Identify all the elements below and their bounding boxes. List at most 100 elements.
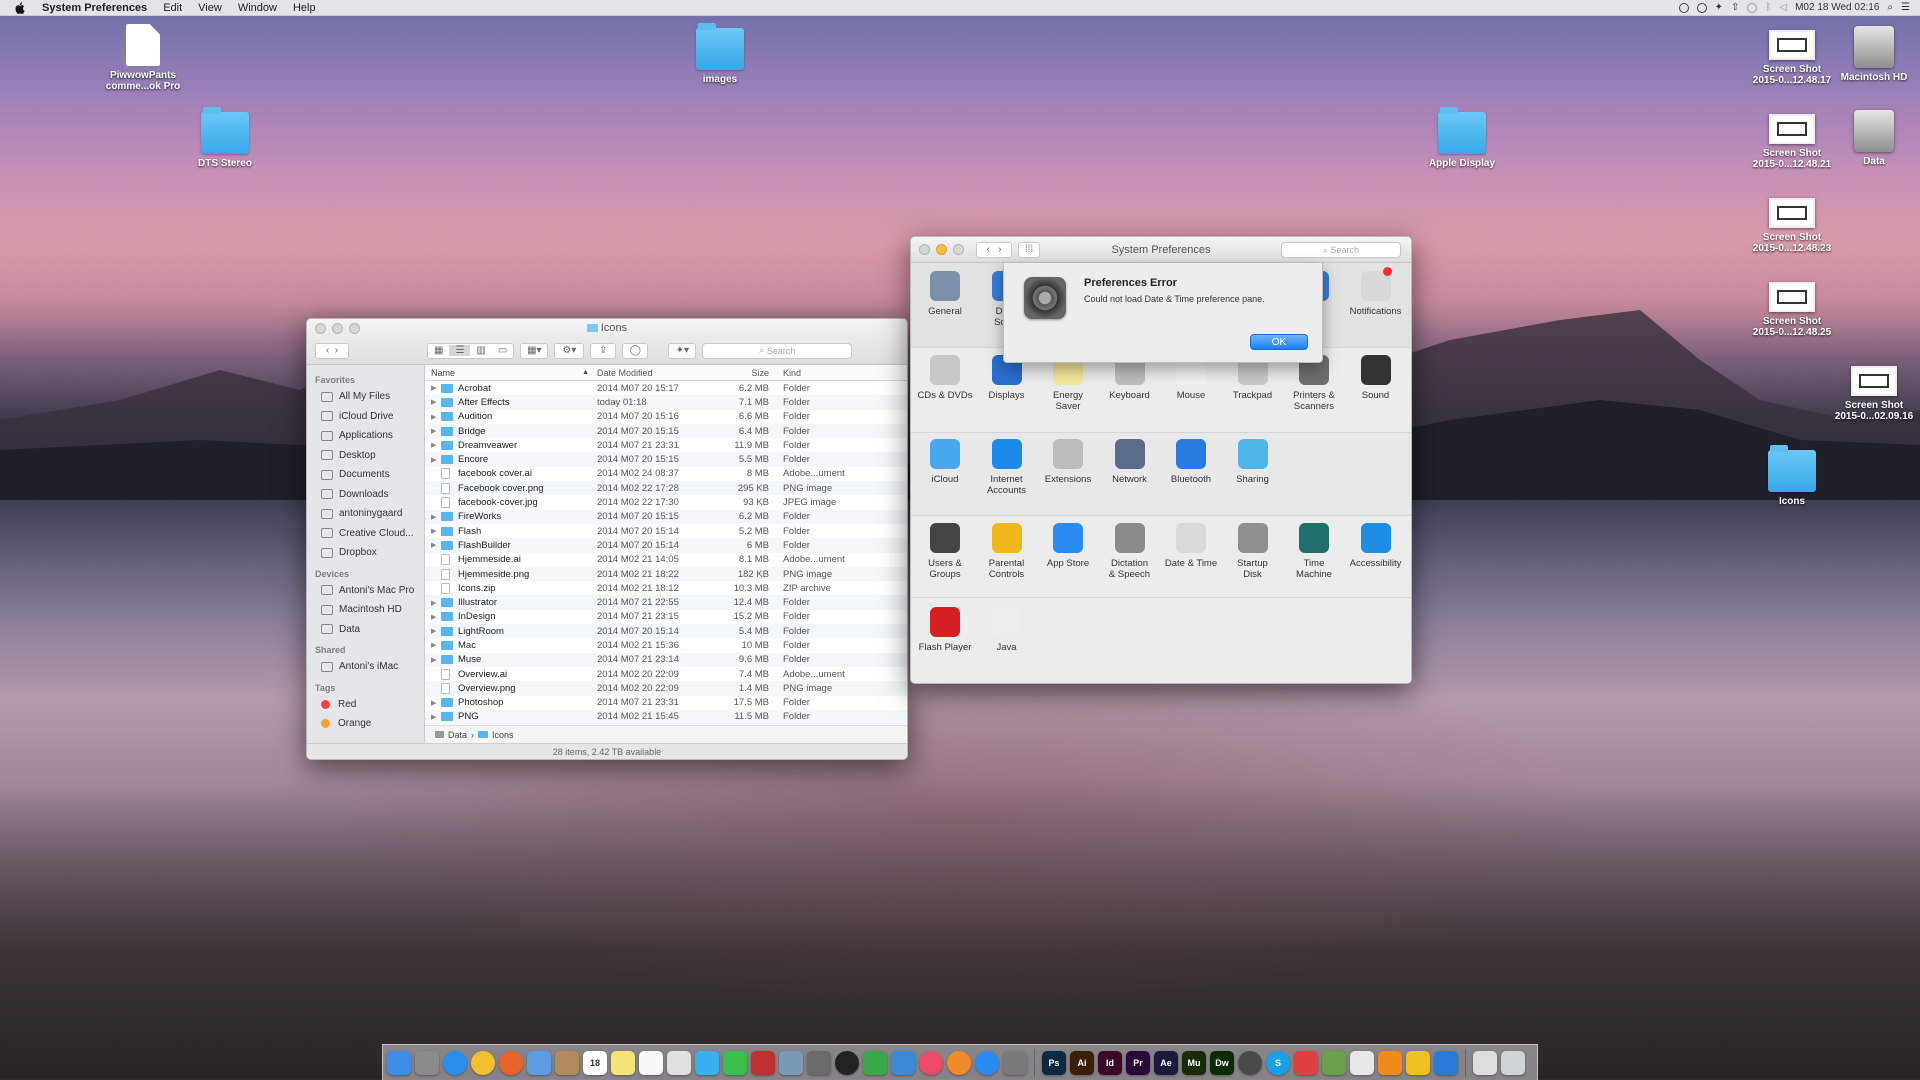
dock-xcode-icon[interactable] bbox=[1434, 1050, 1458, 1075]
disclosure-triangle-icon[interactable]: ▶ bbox=[431, 527, 441, 535]
table-row[interactable]: ▶ InDesign 2014 M07 21 23:15 15.2 MB Folder bbox=[425, 610, 907, 624]
apple-menu-icon[interactable] bbox=[12, 0, 28, 16]
dock-finder-icon[interactable] bbox=[387, 1050, 411, 1075]
sidebar-item-documents[interactable]: Documents bbox=[307, 465, 424, 485]
table-row[interactable]: ▶ FlashBuilder 2014 M07 20 15:14 6 MB Folder bbox=[425, 538, 907, 553]
finder-search-input[interactable]: ⌕ Search bbox=[702, 342, 853, 359]
dock-premiere-icon[interactable]: Pr bbox=[1126, 1050, 1150, 1075]
sidebar-tag-orange[interactable]: Orange bbox=[307, 714, 424, 734]
pane-bluetooth[interactable]: Bluetooth bbox=[1161, 439, 1221, 485]
dock-photoshop-icon[interactable]: Ps bbox=[1042, 1050, 1066, 1075]
dock-preview-icon[interactable] bbox=[779, 1050, 803, 1075]
table-row[interactable]: Hjemmeside.png 2014 M02 21 18:22 182 KB PNG… bbox=[425, 566, 907, 582]
desktop-icon-macintosh-hd[interactable]: Macintosh HD bbox=[1826, 26, 1920, 83]
sidebar-item-creative-cloud[interactable]: Creative Cloud... bbox=[307, 524, 424, 544]
dock-keynote-icon[interactable] bbox=[891, 1050, 915, 1075]
time-machine-icon[interactable] bbox=[1747, 2, 1758, 13]
pane-icloud[interactable]: iCloud bbox=[915, 439, 975, 485]
table-row[interactable]: ▶ Mac 2014 M02 21 15:36 10 MB Folder bbox=[425, 638, 907, 652]
sidebar-item-desktop[interactable]: Desktop bbox=[307, 446, 424, 466]
table-row[interactable]: facebook-cover.jpg 2014 M02 22 17:30 93 KB… bbox=[425, 495, 907, 509]
column-header-name[interactable]: Name ▲ bbox=[425, 368, 597, 378]
dock-mail-icon[interactable] bbox=[527, 1050, 551, 1075]
table-row[interactable]: ▶ Photoshop 2014 M07 21 23:31 17.5 MB Folder bbox=[425, 696, 907, 710]
pane-extensions[interactable]: Extensions bbox=[1038, 439, 1098, 485]
close-button[interactable] bbox=[919, 244, 930, 255]
pane-cds-dvds[interactable]: CDs & DVDs bbox=[915, 355, 975, 401]
sidebar-item-applications[interactable]: Applications bbox=[307, 426, 424, 446]
edit-menu[interactable]: Edit bbox=[155, 0, 190, 16]
table-row[interactable]: ▶ Flash 2014 M07 20 15:14 5.2 MB Folder bbox=[425, 524, 907, 538]
disclosure-triangle-icon[interactable]: ▶ bbox=[431, 699, 441, 707]
creative-cloud-icon[interactable] bbox=[1696, 2, 1707, 13]
window-menu[interactable]: Window bbox=[230, 0, 285, 16]
desktop-icon-screenshot-5[interactable]: Screen Shot 2015-0...02.09.16 bbox=[1826, 366, 1920, 422]
disclosure-triangle-icon[interactable]: ▶ bbox=[431, 441, 441, 449]
desktop-icon-icons[interactable]: Icons bbox=[1744, 445, 1840, 507]
table-row[interactable]: Hjemmeside.ai 2014 M02 21 14:05 8.1 MB Adob… bbox=[425, 553, 907, 567]
table-row[interactable]: ▶ PNG 2014 M02 21 15:45 11.5 MB Folder bbox=[425, 709, 907, 725]
menubar-clock[interactable]: M02 18 Wed 02:16 bbox=[1795, 2, 1879, 13]
sidebar-item-data[interactable]: Data bbox=[307, 620, 424, 640]
dock-chrome-icon[interactable] bbox=[471, 1050, 495, 1075]
close-button[interactable] bbox=[315, 322, 326, 334]
minimize-button[interactable] bbox=[332, 322, 343, 334]
sysprefs-search-input[interactable]: ⌕ Search bbox=[1281, 242, 1401, 258]
dock-after-effects-icon[interactable]: Ae bbox=[1154, 1050, 1178, 1075]
app-menu[interactable]: System Preferences bbox=[34, 0, 155, 16]
table-row[interactable]: ▶ Illustrator 2014 M07 21 22:55 12.4 MB Fold… bbox=[425, 595, 907, 610]
disclosure-triangle-icon[interactable]: ▶ bbox=[431, 627, 441, 635]
action-gear-button[interactable]: ⚙▾ bbox=[554, 342, 585, 359]
pane-energy-saver[interactable]: Energy Saver bbox=[1038, 355, 1098, 412]
dock-istat-icon[interactable] bbox=[1238, 1050, 1262, 1075]
desktop-icon-screenshot-3[interactable]: Screen Shot 2015-0...12.48.23 bbox=[1744, 198, 1840, 254]
table-row[interactable]: ▶ Dreamveawer 2014 M07 21 23:31 11.9 MB Fold… bbox=[425, 438, 907, 452]
desktop-icon-screenshot-4[interactable]: Screen Shot 2015-0...12.48.25 bbox=[1744, 282, 1840, 338]
table-row[interactable]: ▶ Muse 2014 M07 21 23:14 9.6 MB Folder bbox=[425, 652, 907, 667]
disclosure-triangle-icon[interactable]: ▶ bbox=[431, 613, 441, 621]
dock-downloads-stack-icon[interactable] bbox=[1473, 1050, 1497, 1075]
table-row[interactable]: ▶ Bridge 2014 M07 20 15:15 6.4 MB Folder bbox=[425, 423, 907, 439]
disclosure-triangle-icon[interactable]: ▶ bbox=[431, 713, 441, 721]
status-icon-1[interactable] bbox=[1678, 2, 1689, 13]
disclosure-triangle-icon[interactable]: ▶ bbox=[431, 656, 441, 664]
minimize-button[interactable] bbox=[936, 244, 947, 255]
table-row[interactable]: ▶ Acrobat 2014 M07 20 15:17 6.2 MB Folder bbox=[425, 381, 907, 395]
dock-calendar-icon[interactable]: 18 bbox=[583, 1050, 607, 1075]
pane-accessibility[interactable]: Accessibility bbox=[1346, 523, 1406, 569]
dock-messages-icon[interactable] bbox=[695, 1050, 719, 1075]
table-row[interactable]: ▶ After Effects today 01:18 7.1 MB Folder bbox=[425, 395, 907, 410]
dock-numbers-icon[interactable] bbox=[863, 1050, 887, 1075]
dock-launchpad-icon[interactable] bbox=[415, 1050, 439, 1075]
bluetooth-icon[interactable]: ᛒ bbox=[1765, 2, 1771, 13]
desktop-icon-images[interactable]: images bbox=[672, 23, 768, 85]
dropbox-icon[interactable]: ✦ bbox=[1715, 2, 1723, 13]
show-all-grid-icon[interactable]: ⁞⁞⁞ bbox=[1018, 241, 1040, 258]
back-forward-buttons[interactable]: ‹ › bbox=[976, 241, 1012, 258]
share-button[interactable]: ⇪ bbox=[590, 342, 617, 359]
dock-cyberduck-icon[interactable] bbox=[1406, 1050, 1430, 1075]
dock-ibooks-icon[interactable] bbox=[947, 1050, 971, 1075]
table-row[interactable]: ▶ FireWorks 2014 M07 20 15:15 6.2 MB Folder bbox=[425, 509, 907, 524]
dock-notes-icon[interactable] bbox=[611, 1050, 635, 1075]
zoom-button[interactable] bbox=[953, 244, 964, 255]
pane-parental-controls[interactable]: Parental Controls bbox=[977, 523, 1037, 580]
dock-indesign-icon[interactable]: Id bbox=[1098, 1050, 1122, 1075]
volume-icon[interactable]: ◁ bbox=[1779, 2, 1787, 13]
pane-startup-disk[interactable]: Startup Disk bbox=[1223, 523, 1283, 580]
dock-photo-booth-icon[interactable] bbox=[751, 1050, 775, 1075]
pane-general[interactable]: General bbox=[915, 271, 975, 317]
table-row[interactable]: Overview.png 2014 M02 20 22:09 1.4 MB PNG i… bbox=[425, 681, 907, 696]
dock-dvd-player-icon[interactable] bbox=[835, 1050, 859, 1075]
pane-notifications[interactable]: Notifications bbox=[1346, 266, 1406, 317]
dock-skype-icon[interactable]: S bbox=[1266, 1050, 1290, 1075]
sidebar-item-all-my-files[interactable]: All My Files bbox=[307, 387, 424, 407]
column-header-kind[interactable]: Kind bbox=[777, 368, 907, 378]
disclosure-triangle-icon[interactable]: ▶ bbox=[431, 427, 441, 435]
dock-itunes-icon[interactable] bbox=[919, 1050, 943, 1075]
dock-vlc-icon[interactable] bbox=[1378, 1050, 1402, 1075]
dock-script-editor-icon[interactable] bbox=[1350, 1050, 1374, 1075]
pane-dictation-speech[interactable]: Dictation & Speech bbox=[1100, 523, 1160, 580]
help-menu[interactable]: Help bbox=[285, 0, 324, 16]
desktop-icon-apple-display[interactable]: Apple Display bbox=[1414, 107, 1510, 169]
